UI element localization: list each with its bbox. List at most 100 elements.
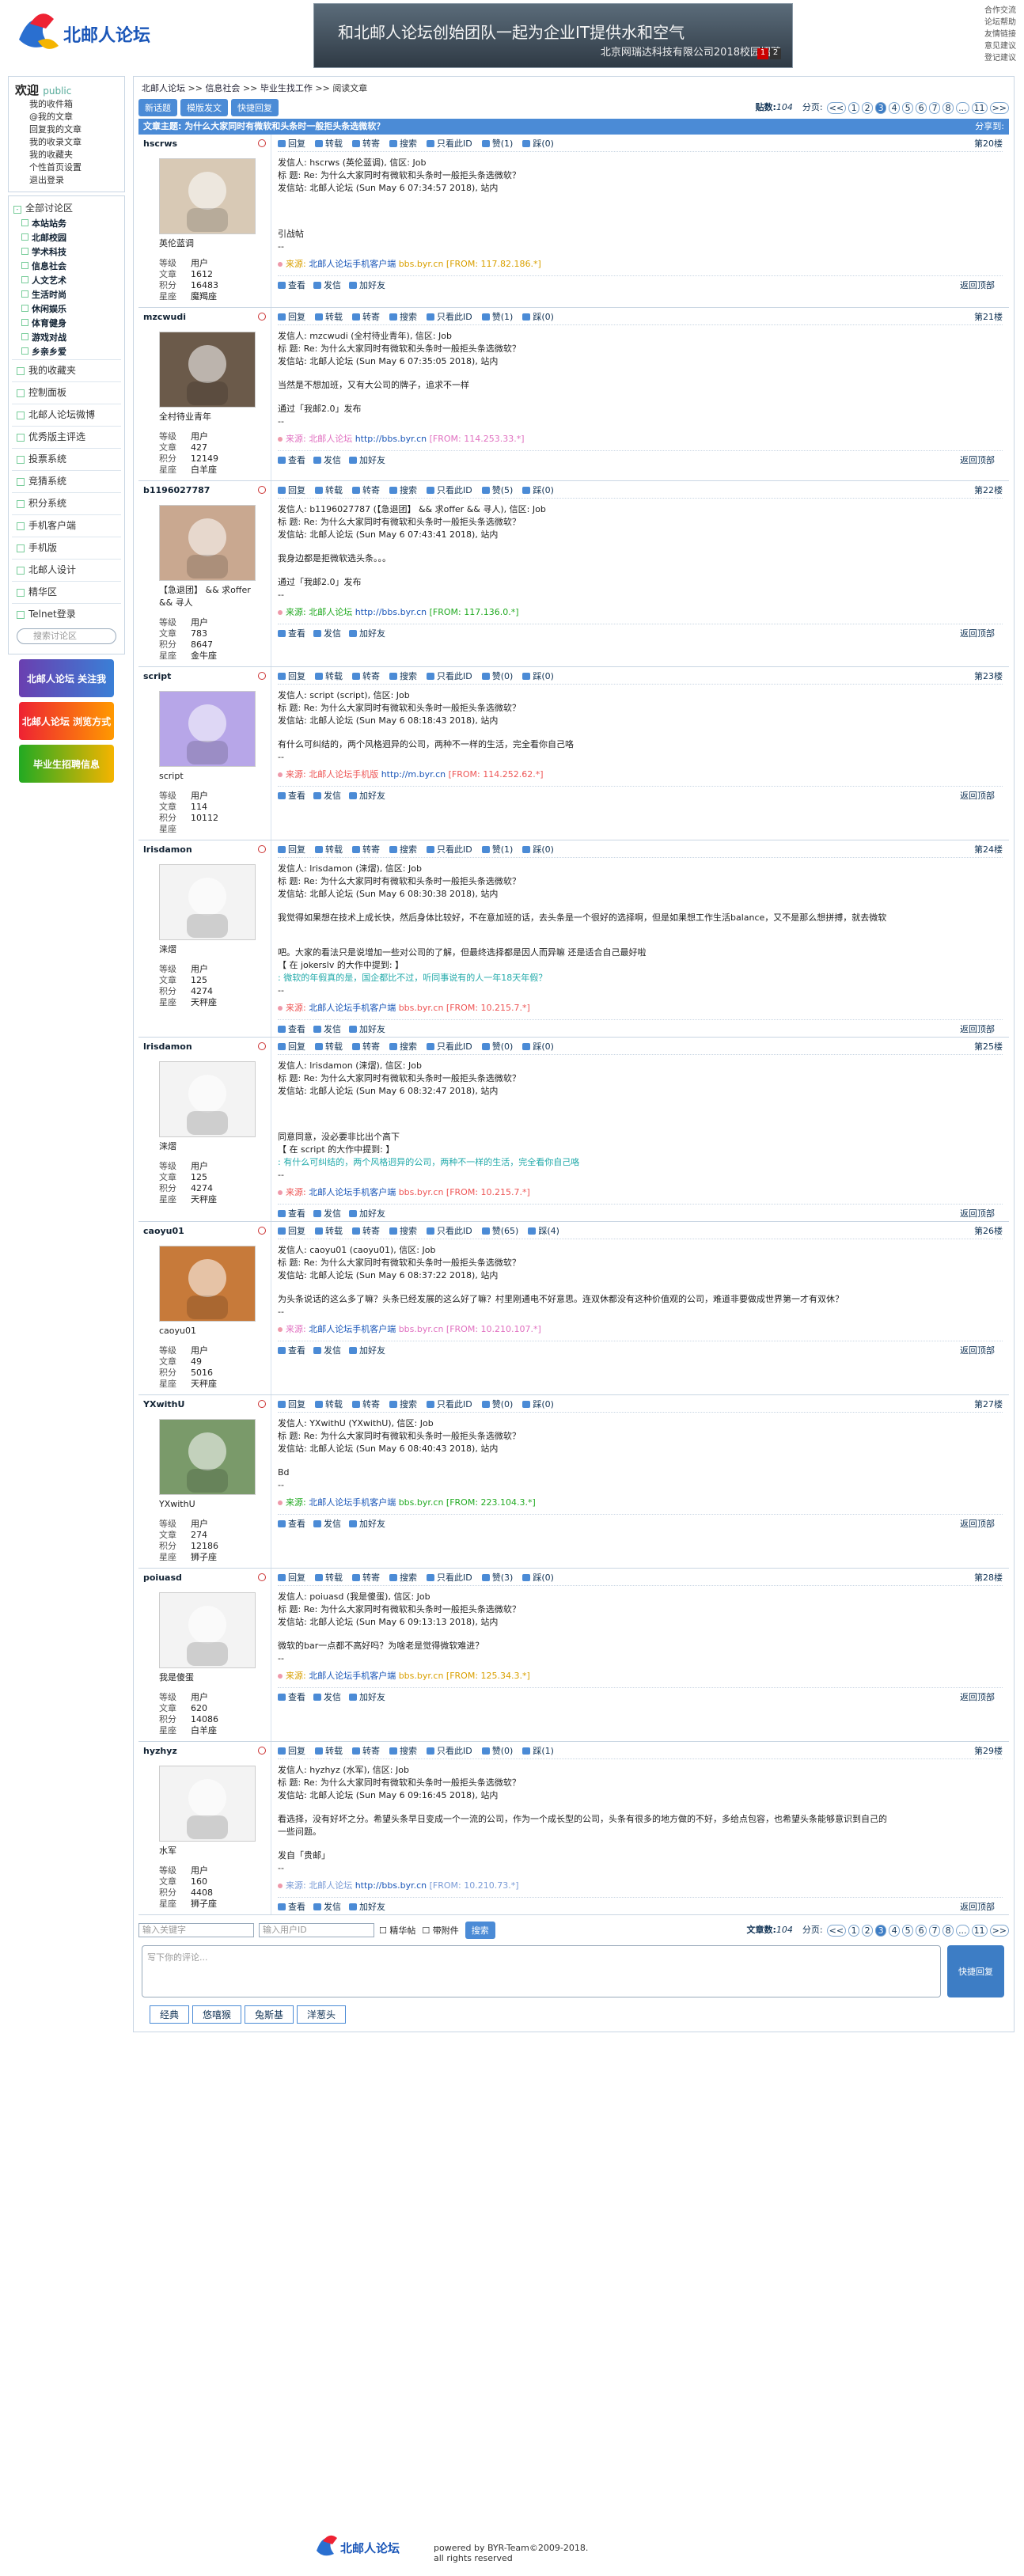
transfer-button[interactable]: 转寄 xyxy=(352,310,380,323)
send-mail-button[interactable]: 发信 xyxy=(313,1900,341,1913)
reply-button[interactable]: 回复 xyxy=(278,310,305,323)
author-id[interactable]: poiuasd xyxy=(143,1573,182,1583)
transfer-button[interactable]: 转寄 xyxy=(352,137,380,150)
avatar[interactable] xyxy=(159,505,256,581)
send-mail-button[interactable]: 发信 xyxy=(313,1207,341,1220)
reply-button[interactable]: 回复 xyxy=(278,1040,305,1053)
source-link[interactable]: http://m.byr.cn xyxy=(381,769,446,780)
author-id[interactable]: b1196027787 xyxy=(143,485,210,495)
forward-button[interactable]: 转载 xyxy=(315,670,343,682)
source-link[interactable]: 北邮人论坛手机客户端 xyxy=(309,1671,396,1681)
sidebar-item-7[interactable]: 手机客户端 xyxy=(12,514,121,537)
search-button[interactable]: 搜索 xyxy=(389,1040,417,1053)
reply-button[interactable]: 回复 xyxy=(278,1398,305,1410)
bottom-search-button[interactable]: 搜索 xyxy=(465,1922,495,1939)
view-profile-button[interactable]: 查看 xyxy=(278,789,305,802)
crumb-board[interactable]: 毕业生找工作 xyxy=(260,83,313,93)
transfer-button[interactable]: 转寄 xyxy=(352,843,380,856)
back-to-top-link[interactable]: 返回顶部 xyxy=(960,1900,995,1913)
search-button[interactable]: 搜索 xyxy=(389,310,417,323)
welcome-user[interactable]: public xyxy=(43,85,71,97)
emoji-tab-rabbit[interactable]: 兔斯基 xyxy=(245,2005,294,2024)
section-1[interactable]: 北邮校园 xyxy=(21,231,121,245)
like-button[interactable]: 赞(0) xyxy=(481,1744,513,1757)
emoji-tab-classic[interactable]: 经典 xyxy=(150,2005,190,2024)
reply-button[interactable]: 回复 xyxy=(278,843,305,856)
toplink-friends[interactable]: 友情链接 xyxy=(984,28,1016,40)
crumb-section[interactable]: 信息社会 xyxy=(205,83,240,93)
like-button[interactable]: 赞(0) xyxy=(481,1398,513,1410)
like-button[interactable]: 赞(1) xyxy=(481,137,513,150)
source-link[interactable]: 北邮人论坛手机客户端 xyxy=(309,1497,396,1508)
view-profile-button[interactable]: 查看 xyxy=(278,1900,305,1913)
send-mail-button[interactable]: 发信 xyxy=(313,627,341,639)
sidebar-item-2[interactable]: 北邮人论坛微博 xyxy=(12,404,121,426)
page-link[interactable]: << xyxy=(826,101,847,114)
promo-jobs[interactable]: 毕业生招聘信息 xyxy=(19,745,114,783)
avatar[interactable] xyxy=(159,1766,256,1842)
back-to-top-link[interactable]: 返回顶部 xyxy=(960,789,995,802)
view-profile-button[interactable]: 查看 xyxy=(278,1022,305,1035)
add-friend-button[interactable]: 加好友 xyxy=(349,1517,385,1530)
back-to-top-link[interactable]: 返回顶部 xyxy=(960,1690,995,1703)
recruitment-banner[interactable]: 和北邮人论坛创始团队一起为企业IT提供水和空气 北京网瑞达科技有限公司2018校… xyxy=(313,3,793,68)
page-link[interactable]: 5 xyxy=(902,101,914,114)
floor-number[interactable]: 第26楼 xyxy=(974,1224,1003,1237)
dislike-button[interactable]: 踩(1) xyxy=(522,1744,554,1757)
reply-button[interactable]: 回复 xyxy=(278,1744,305,1757)
page-link[interactable]: 2 xyxy=(862,101,874,114)
forward-button[interactable]: 转载 xyxy=(315,484,343,496)
page-link[interactable]: 11 xyxy=(971,101,988,114)
source-link[interactable]: 北邮人论坛手机客户端 xyxy=(309,1324,396,1334)
transfer-button[interactable]: 转寄 xyxy=(352,1744,380,1757)
like-button[interactable]: 赞(0) xyxy=(481,1040,513,1053)
page-link[interactable]: 2 xyxy=(862,1924,874,1937)
sidebar-item-6[interactable]: 积分系统 xyxy=(12,492,121,514)
forward-button[interactable]: 转载 xyxy=(315,1224,343,1237)
reply-button[interactable]: 回复 xyxy=(278,670,305,682)
page-link[interactable]: 8 xyxy=(942,1924,954,1937)
forward-button[interactable]: 转载 xyxy=(315,137,343,150)
dislike-button[interactable]: 踩(0) xyxy=(522,843,554,856)
search-button[interactable]: 搜索 xyxy=(389,137,417,150)
author-id[interactable]: caoyu01 xyxy=(143,1226,184,1236)
userid-input[interactable]: 输入用户ID xyxy=(259,1923,374,1937)
link-logout[interactable]: 退出登录 xyxy=(15,174,118,187)
search-button[interactable]: 搜索 xyxy=(389,670,417,682)
link-replies[interactable]: 回复我的文章 xyxy=(15,123,118,136)
page-link[interactable]: 6 xyxy=(916,101,927,114)
keyword-input[interactable]: 输入关键字 xyxy=(138,1923,254,1937)
collapse-icon[interactable]: - xyxy=(13,206,21,214)
page-link[interactable]: << xyxy=(826,1924,847,1937)
dislike-button[interactable]: 踩(0) xyxy=(522,1398,554,1410)
search-button[interactable]: 搜索 xyxy=(389,843,417,856)
page-link[interactable]: 5 xyxy=(902,1924,914,1937)
avatar[interactable] xyxy=(159,332,256,408)
send-mail-button[interactable]: 发信 xyxy=(313,1022,341,1035)
add-friend-button[interactable]: 加好友 xyxy=(349,627,385,639)
toplink-register[interactable]: 登记建议 xyxy=(984,52,1016,64)
avatar[interactable] xyxy=(159,691,256,767)
only-this-id-button[interactable]: 只看此ID xyxy=(427,484,472,496)
section-5[interactable]: 生活时尚 xyxy=(21,288,121,302)
forward-button[interactable]: 转载 xyxy=(315,1744,343,1757)
view-profile-button[interactable]: 查看 xyxy=(278,279,305,291)
new-topic-button[interactable]: 新话题 xyxy=(138,99,177,116)
dislike-button[interactable]: 踩(0) xyxy=(522,1040,554,1053)
only-this-id-button[interactable]: 只看此ID xyxy=(427,1744,472,1757)
floor-number[interactable]: 第29楼 xyxy=(974,1744,1003,1757)
source-link[interactable]: 北邮人论坛手机客户端 xyxy=(309,1187,396,1197)
only-this-id-button[interactable]: 只看此ID xyxy=(427,843,472,856)
back-to-top-link[interactable]: 返回顶部 xyxy=(960,627,995,639)
banner-page-2[interactable]: 2 xyxy=(770,48,781,59)
reply-button[interactable]: 回复 xyxy=(278,484,305,496)
transfer-button[interactable]: 转寄 xyxy=(352,1224,380,1237)
sidebar-item-4[interactable]: 投票系统 xyxy=(12,448,121,470)
template-post-button[interactable]: 模版发文 xyxy=(180,99,228,116)
only-this-id-button[interactable]: 只看此ID xyxy=(427,310,472,323)
section-7[interactable]: 体育健身 xyxy=(21,317,121,331)
emoji-tab-monkey[interactable]: 悠嘻猴 xyxy=(192,2005,242,2024)
floor-number[interactable]: 第28楼 xyxy=(974,1571,1003,1584)
reply-button[interactable]: 回复 xyxy=(278,137,305,150)
only-this-id-button[interactable]: 只看此ID xyxy=(427,1224,472,1237)
